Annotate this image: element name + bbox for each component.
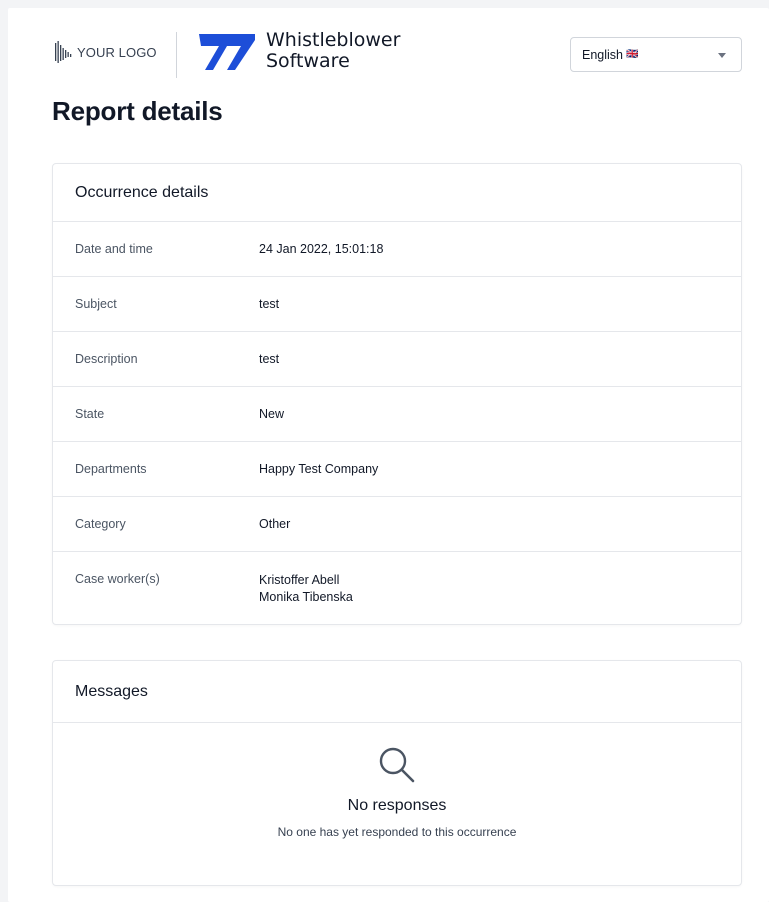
your-logo: YOUR LOGO	[54, 40, 157, 64]
your-logo-text: YOUR LOGO	[77, 44, 157, 60]
detail-value: New	[259, 406, 285, 421]
messages-title: Messages	[53, 661, 741, 723]
brand-line-1: Whistleblower	[266, 29, 401, 51]
detail-row-state: State New	[53, 387, 741, 442]
detail-row-subject: Subject test	[53, 277, 741, 332]
messages-card: Messages No responses No one has yet res…	[52, 660, 742, 886]
page-title: Report details	[52, 96, 223, 126]
case-worker-list: Kristoffer Abell Monika Tibenska	[259, 572, 353, 606]
empty-state-title: No responses	[347, 797, 447, 814]
brand-line-2: Software	[266, 50, 350, 72]
case-worker-name: Kristoffer Abell	[259, 573, 340, 587]
occurrence-details-card: Occurrence details Date and time 24 Jan …	[52, 163, 742, 625]
detail-label: Subject	[75, 297, 117, 311]
detail-row-category: Category Other	[53, 497, 741, 552]
detail-value: Happy Test Company	[259, 461, 379, 476]
empty-state: No responses No one has yet responded to…	[53, 723, 741, 839]
whistleblower-w-icon	[199, 34, 255, 70]
detail-row-case-workers: Case worker(s) Kristoffer Abell Monika T…	[53, 552, 741, 606]
chevron-down-icon	[718, 53, 726, 58]
detail-row-departments: Departments Happy Test Company	[53, 442, 741, 497]
case-worker-name: Monika Tibenska	[259, 590, 353, 604]
detail-label: Departments	[75, 462, 147, 476]
soundwave-logo-icon	[55, 41, 72, 63]
search-icon	[379, 747, 415, 783]
logo-divider	[176, 32, 177, 78]
detail-row-description: Description test	[53, 332, 741, 387]
detail-value: test	[259, 296, 280, 311]
detail-label: Category	[75, 517, 126, 531]
brand-logo: Whistleblower Software	[197, 30, 400, 72]
detail-value: 24 Jan 2022, 15:01:18	[259, 241, 384, 256]
brand-name: Whistleblower Software	[266, 30, 400, 72]
language-selected: English	[582, 47, 623, 62]
detail-value: Other	[259, 516, 291, 531]
detail-label: Case worker(s)	[75, 572, 160, 586]
uk-flag-icon: 🇬🇧	[626, 49, 639, 60]
language-select[interactable]: English 🇬🇧	[570, 37, 742, 72]
detail-label: Description	[75, 352, 138, 366]
report-page: YOUR LOGO Whistleblower Software English…	[8, 8, 769, 902]
empty-state-subtitle: No one has yet responded to this occurre…	[277, 825, 517, 839]
occurrence-details-title: Occurrence details	[53, 164, 741, 222]
detail-value: test	[259, 351, 280, 366]
header: YOUR LOGO Whistleblower Software English…	[8, 8, 769, 88]
detail-label: Date and time	[75, 242, 153, 256]
detail-row-date-time: Date and time 24 Jan 2022, 15:01:18	[53, 222, 741, 277]
detail-label: State	[75, 407, 105, 421]
